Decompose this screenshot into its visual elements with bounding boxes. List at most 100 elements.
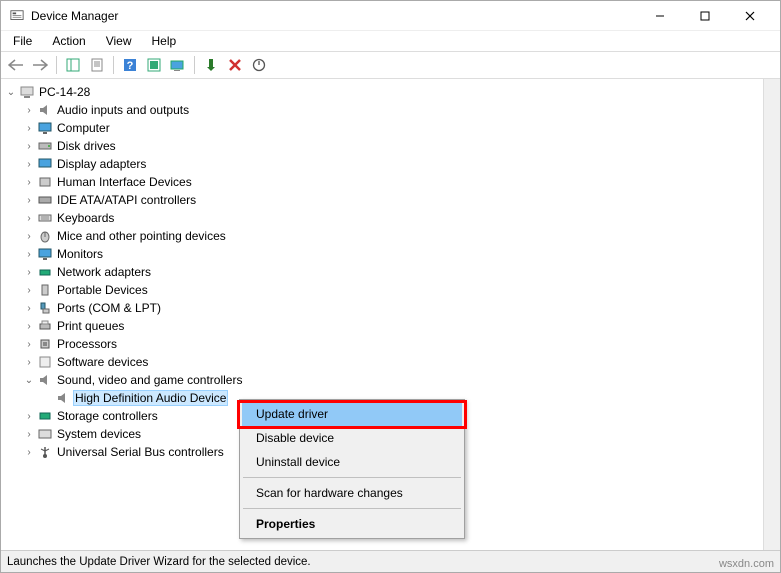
action-button[interactable] (143, 54, 165, 76)
keyboard-icon (37, 210, 53, 226)
tree-item-keyboards[interactable]: › Keyboards (21, 209, 778, 227)
tree-item-processors[interactable]: ›Processors (21, 335, 778, 353)
computer-icon (19, 84, 35, 100)
menu-disable-device[interactable]: Disable device (242, 426, 462, 450)
menu-view[interactable]: View (98, 33, 140, 49)
tree-item-audio[interactable]: ›Audio inputs and outputs (21, 101, 778, 119)
toolbar: ? (1, 51, 780, 79)
tree-item-label: High Definition Audio Device (73, 390, 228, 406)
menu-uninstall-device[interactable]: Uninstall device (242, 450, 462, 474)
tree-item-ports[interactable]: ›Ports (COM & LPT) (21, 299, 778, 317)
back-button[interactable] (5, 54, 27, 76)
tree-item-ide[interactable]: › IDE ATA/ATAPI controllers (21, 191, 778, 209)
tree-item-label: Computer (55, 121, 112, 135)
ports-icon (37, 300, 53, 316)
tree-item-portable[interactable]: ›Portable Devices (21, 281, 778, 299)
collapse-icon[interactable]: ⌄ (23, 374, 35, 386)
tree-item-hid[interactable]: › Human Interface Devices (21, 173, 778, 191)
menu-properties[interactable]: Properties (242, 512, 462, 536)
monitor-icon (37, 120, 53, 136)
scan-hardware-button[interactable] (167, 54, 189, 76)
tree-item-network[interactable]: › Network adapters (21, 263, 778, 281)
tree-item-label: Human Interface Devices (55, 175, 194, 189)
tree-item-label: Disk drives (55, 139, 118, 153)
properties-button[interactable] (86, 54, 108, 76)
storage-icon (37, 408, 53, 424)
close-button[interactable] (727, 1, 772, 31)
expand-icon[interactable]: › (23, 212, 35, 224)
tree-item-label: Display adapters (55, 157, 148, 171)
tree-item-display[interactable]: › Display adapters (21, 155, 778, 173)
tree-item-mice[interactable]: ›Mice and other pointing devices (21, 227, 778, 245)
tree-item-label: Software devices (55, 355, 150, 369)
tree-item-label: System devices (55, 427, 143, 441)
minimize-button[interactable] (637, 1, 682, 31)
titlebar: Device Manager (1, 1, 780, 31)
menu-action[interactable]: Action (44, 33, 93, 49)
expand-icon[interactable]: › (23, 302, 35, 314)
uninstall-button[interactable] (224, 54, 246, 76)
cpu-icon (37, 336, 53, 352)
menubar: File Action View Help (1, 31, 780, 51)
speaker-icon (55, 390, 71, 406)
tree-item-label: Network adapters (55, 265, 153, 279)
expand-icon[interactable]: › (23, 446, 35, 458)
watermark: wsxdn.com (719, 558, 774, 570)
tree-item-monitors[interactable]: › Monitors (21, 245, 778, 263)
display-adapter-icon (37, 156, 53, 172)
expand-icon[interactable]: › (23, 140, 35, 152)
disk-icon (37, 138, 53, 154)
expand-icon[interactable]: › (23, 194, 35, 206)
tree-item-label: IDE ATA/ATAPI controllers (55, 193, 198, 207)
update-driver-button[interactable] (200, 54, 222, 76)
toolbar-sep (56, 56, 57, 74)
tree-item-label: Keyboards (55, 211, 116, 225)
menu-separator (243, 477, 461, 478)
tree-item-label: Storage controllers (55, 409, 160, 423)
expand-icon[interactable]: › (23, 320, 35, 332)
expand-icon[interactable]: › (23, 284, 35, 296)
speaker-icon (37, 372, 53, 388)
window-title: Device Manager (31, 9, 118, 23)
usb-icon (37, 444, 53, 460)
expand-icon[interactable]: › (23, 230, 35, 242)
tree-item-software[interactable]: › Software devices (21, 353, 778, 371)
show-hide-console-button[interactable] (62, 54, 84, 76)
tree-item-label: Monitors (55, 247, 105, 261)
software-icon (37, 354, 53, 370)
expand-icon[interactable]: › (23, 356, 35, 368)
menu-update-driver[interactable]: Update driver (242, 402, 462, 426)
toolbar-sep (194, 56, 195, 74)
menu-separator (243, 508, 461, 509)
maximize-button[interactable] (682, 1, 727, 31)
expand-icon[interactable]: › (23, 428, 35, 440)
forward-button[interactable] (29, 54, 51, 76)
menu-scan-hardware[interactable]: Scan for hardware changes (242, 481, 462, 505)
tree-item-computer[interactable]: › Computer (21, 119, 778, 137)
collapse-icon[interactable]: ⌄ (5, 86, 17, 98)
expand-icon[interactable]: › (23, 410, 35, 422)
expand-icon[interactable]: › (23, 158, 35, 170)
menu-file[interactable]: File (5, 33, 40, 49)
tree-item-label: Universal Serial Bus controllers (55, 445, 226, 459)
expand-icon[interactable]: › (23, 122, 35, 134)
expand-icon[interactable]: › (23, 248, 35, 260)
speaker-icon (37, 102, 53, 118)
help-button[interactable]: ? (119, 54, 141, 76)
tree-item-disk[interactable]: › Disk drives (21, 137, 778, 155)
toolbar-sep (113, 56, 114, 74)
hid-icon (37, 174, 53, 190)
app-icon (9, 8, 25, 24)
tree-item-sound[interactable]: ⌄Sound, video and game controllers (21, 371, 778, 389)
expand-icon[interactable]: › (23, 176, 35, 188)
expand-icon[interactable]: › (23, 338, 35, 350)
expand-icon[interactable]: › (23, 104, 35, 116)
context-menu: Update driver Disable device Uninstall d… (239, 399, 465, 539)
tree-item-print[interactable]: ›Print queues (21, 317, 778, 335)
expand-icon[interactable]: › (23, 266, 35, 278)
scrollbar-vertical[interactable] (763, 79, 780, 550)
disable-button[interactable] (248, 54, 270, 76)
menu-help[interactable]: Help (144, 33, 185, 49)
svg-text:?: ? (127, 60, 134, 72)
tree-root[interactable]: ⌄ PC-14-28 (3, 83, 778, 101)
